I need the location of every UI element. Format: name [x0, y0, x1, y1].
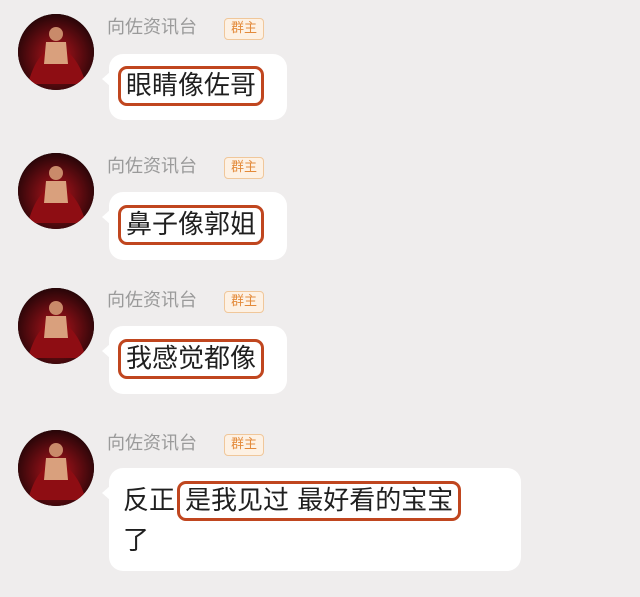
owner-badge: 群主	[224, 18, 265, 40]
avatar-image	[18, 430, 94, 506]
owner-badge: 群主	[224, 291, 265, 313]
avatar-image	[18, 288, 94, 364]
sender-name[interactable]: 向佐资讯台	[107, 289, 197, 313]
sender-name[interactable]: 向佐资讯台	[107, 155, 197, 179]
avatar[interactable]	[18, 153, 94, 229]
message-text-prefix: 反正	[123, 486, 176, 516]
sender-name[interactable]: 向佐资讯台	[107, 432, 197, 456]
highlighted-text: 我感觉都像	[118, 339, 265, 379]
highlighted-text: 鼻子像郭姐	[118, 205, 265, 245]
message-bubble[interactable]: 反正 是我见过 最好看的宝宝 了	[102, 468, 521, 571]
sender-name[interactable]: 向佐资讯台	[107, 16, 197, 40]
highlighted-text: 眼睛像佐哥	[118, 66, 265, 106]
highlighted-text: 是我见过 最好看的宝宝	[177, 481, 462, 521]
owner-badge: 群主	[224, 157, 265, 179]
avatar[interactable]	[18, 430, 94, 506]
message-bubble[interactable]: 鼻子像郭姐	[102, 192, 287, 260]
avatar-image	[18, 14, 94, 90]
owner-badge: 群主	[224, 434, 265, 456]
message-bubble[interactable]: 眼睛像佐哥	[102, 54, 287, 120]
avatar[interactable]	[18, 288, 94, 364]
avatar[interactable]	[18, 14, 94, 90]
message-text-tail: 了	[123, 526, 150, 556]
message-bubble[interactable]: 我感觉都像	[102, 326, 287, 394]
avatar-image	[18, 153, 94, 229]
